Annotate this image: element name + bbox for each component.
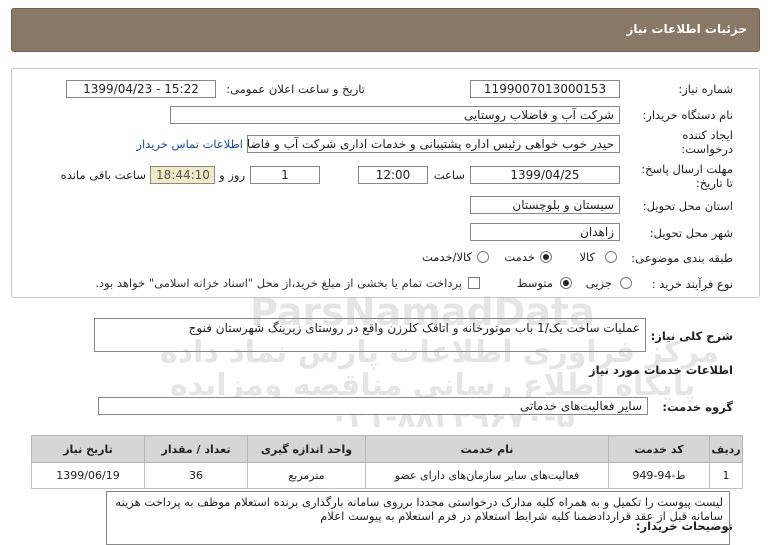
summary-label: شرح کلی نیاز:	[650, 329, 733, 343]
process-minor-label: جزیی	[585, 276, 612, 290]
process-type-label: نوع فرآیند خرید :	[651, 277, 733, 291]
deadline-date-field: 1399/04/25	[470, 166, 620, 184]
need-number-label: شماره نیاز:	[678, 82, 733, 96]
buyer-org-field: شرکت آب و فاضلاب روستایی	[170, 106, 620, 124]
days-remaining-field: 1	[250, 166, 320, 184]
services-table-header: ردیف کد خدمت نام خدمت واحد اندازه گیری ت…	[31, 435, 743, 463]
creator-field: حیدر خوب خواهی رئیس اداره پشتیبانی و خدم…	[247, 135, 620, 153]
announce-date-field: 1399/04/23 - 15:22	[66, 80, 216, 98]
province-field: سیستان و بلوچستان	[470, 196, 620, 214]
creator-label: ایجاد کننده	[682, 128, 733, 142]
category-goods-service-radio[interactable]	[477, 251, 489, 263]
city-field: زاهدان	[470, 223, 620, 241]
summary-field: عملیات ساخت یک/1 باب موتورخانه و اتاقک ک…	[94, 318, 646, 352]
col-service-name: نام خدمت	[365, 435, 609, 463]
category-service-radio[interactable]	[540, 251, 552, 263]
service-group-field: سایر فعالیت‌های خدماتی	[98, 397, 648, 415]
cell-row: 1	[709, 462, 743, 489]
time-remaining-field: 18:44:10	[150, 166, 215, 184]
cell-quantity: 36	[144, 462, 248, 489]
service-group-label: گروه خدمت:	[662, 400, 733, 414]
col-unit: واحد اندازه گیری	[247, 435, 366, 463]
cell-need-date: 1399/06/19	[31, 462, 145, 489]
table-row: 1 ط-94-949 فعالیت‌های سایر سازمان‌های دا…	[31, 462, 743, 489]
buyer-contact-link[interactable]: اطلاعات تماس خریدار	[136, 137, 243, 151]
cell-service-code: ط-94-949	[608, 462, 710, 489]
treasury-payment-note: پرداخت تمام یا بخشی از مبلغ خرید،از محل …	[95, 276, 462, 290]
category-goods-service-label: کالا/خدمت	[421, 250, 472, 264]
city-label: شهر محل تحویل:	[649, 226, 733, 240]
category-goods-label: کالا	[579, 250, 595, 264]
services-table: ردیف کد خدمت نام خدمت واحد اندازه گیری ت…	[31, 435, 743, 489]
page-header: جزئیات اطلاعات نیاز	[11, 8, 760, 52]
col-quantity: تعداد / مقدار	[144, 435, 248, 463]
process-medium-radio[interactable]	[560, 277, 572, 289]
col-service-code: کد خدمت	[608, 435, 710, 463]
province-label: استان محل تحویل:	[642, 199, 733, 213]
col-need-date: تاریخ نیاز	[31, 435, 145, 463]
category-label: طبقه بندی موضوعی:	[631, 251, 733, 265]
announce-date-label: تاریخ و ساعت اعلان عمومی:	[226, 82, 365, 96]
category-goods-radio[interactable]	[605, 251, 617, 263]
process-minor-radio[interactable]	[620, 277, 632, 289]
time-remaining-label: ساعت باقی مانده	[60, 168, 146, 182]
deadline-label: مهلت ارسال پاسخ:	[641, 162, 733, 176]
services-section-title: اطلاعات خدمات مورد نیاز	[589, 363, 733, 377]
need-number-field: 1199007013000153	[470, 80, 620, 98]
category-service-label: خدمت	[504, 250, 535, 264]
col-row: ردیف	[709, 435, 743, 463]
time-label: ساعت	[433, 168, 465, 182]
page-title: جزئیات اطلاعات نیاز	[626, 22, 747, 36]
deadline-label-2: تا تاریخ:	[695, 176, 733, 190]
cell-unit: مترمربع	[247, 462, 366, 489]
days-label: روز و	[219, 168, 245, 182]
deadline-time-field: 12:00	[358, 166, 428, 184]
process-medium-label: متوسط	[516, 276, 553, 290]
buyer-org-label: نام دستگاه خریدار:	[642, 108, 733, 122]
creator-label-2: درخواست:	[681, 142, 733, 156]
buyer-notes-field: لیست پیوست را تکمیل و به همراه کلیه مدار…	[106, 491, 730, 545]
treasury-payment-checkbox[interactable]	[468, 277, 480, 289]
cell-service-name: فعالیت‌های سایر سازمان‌های دارای عضو	[365, 462, 609, 489]
